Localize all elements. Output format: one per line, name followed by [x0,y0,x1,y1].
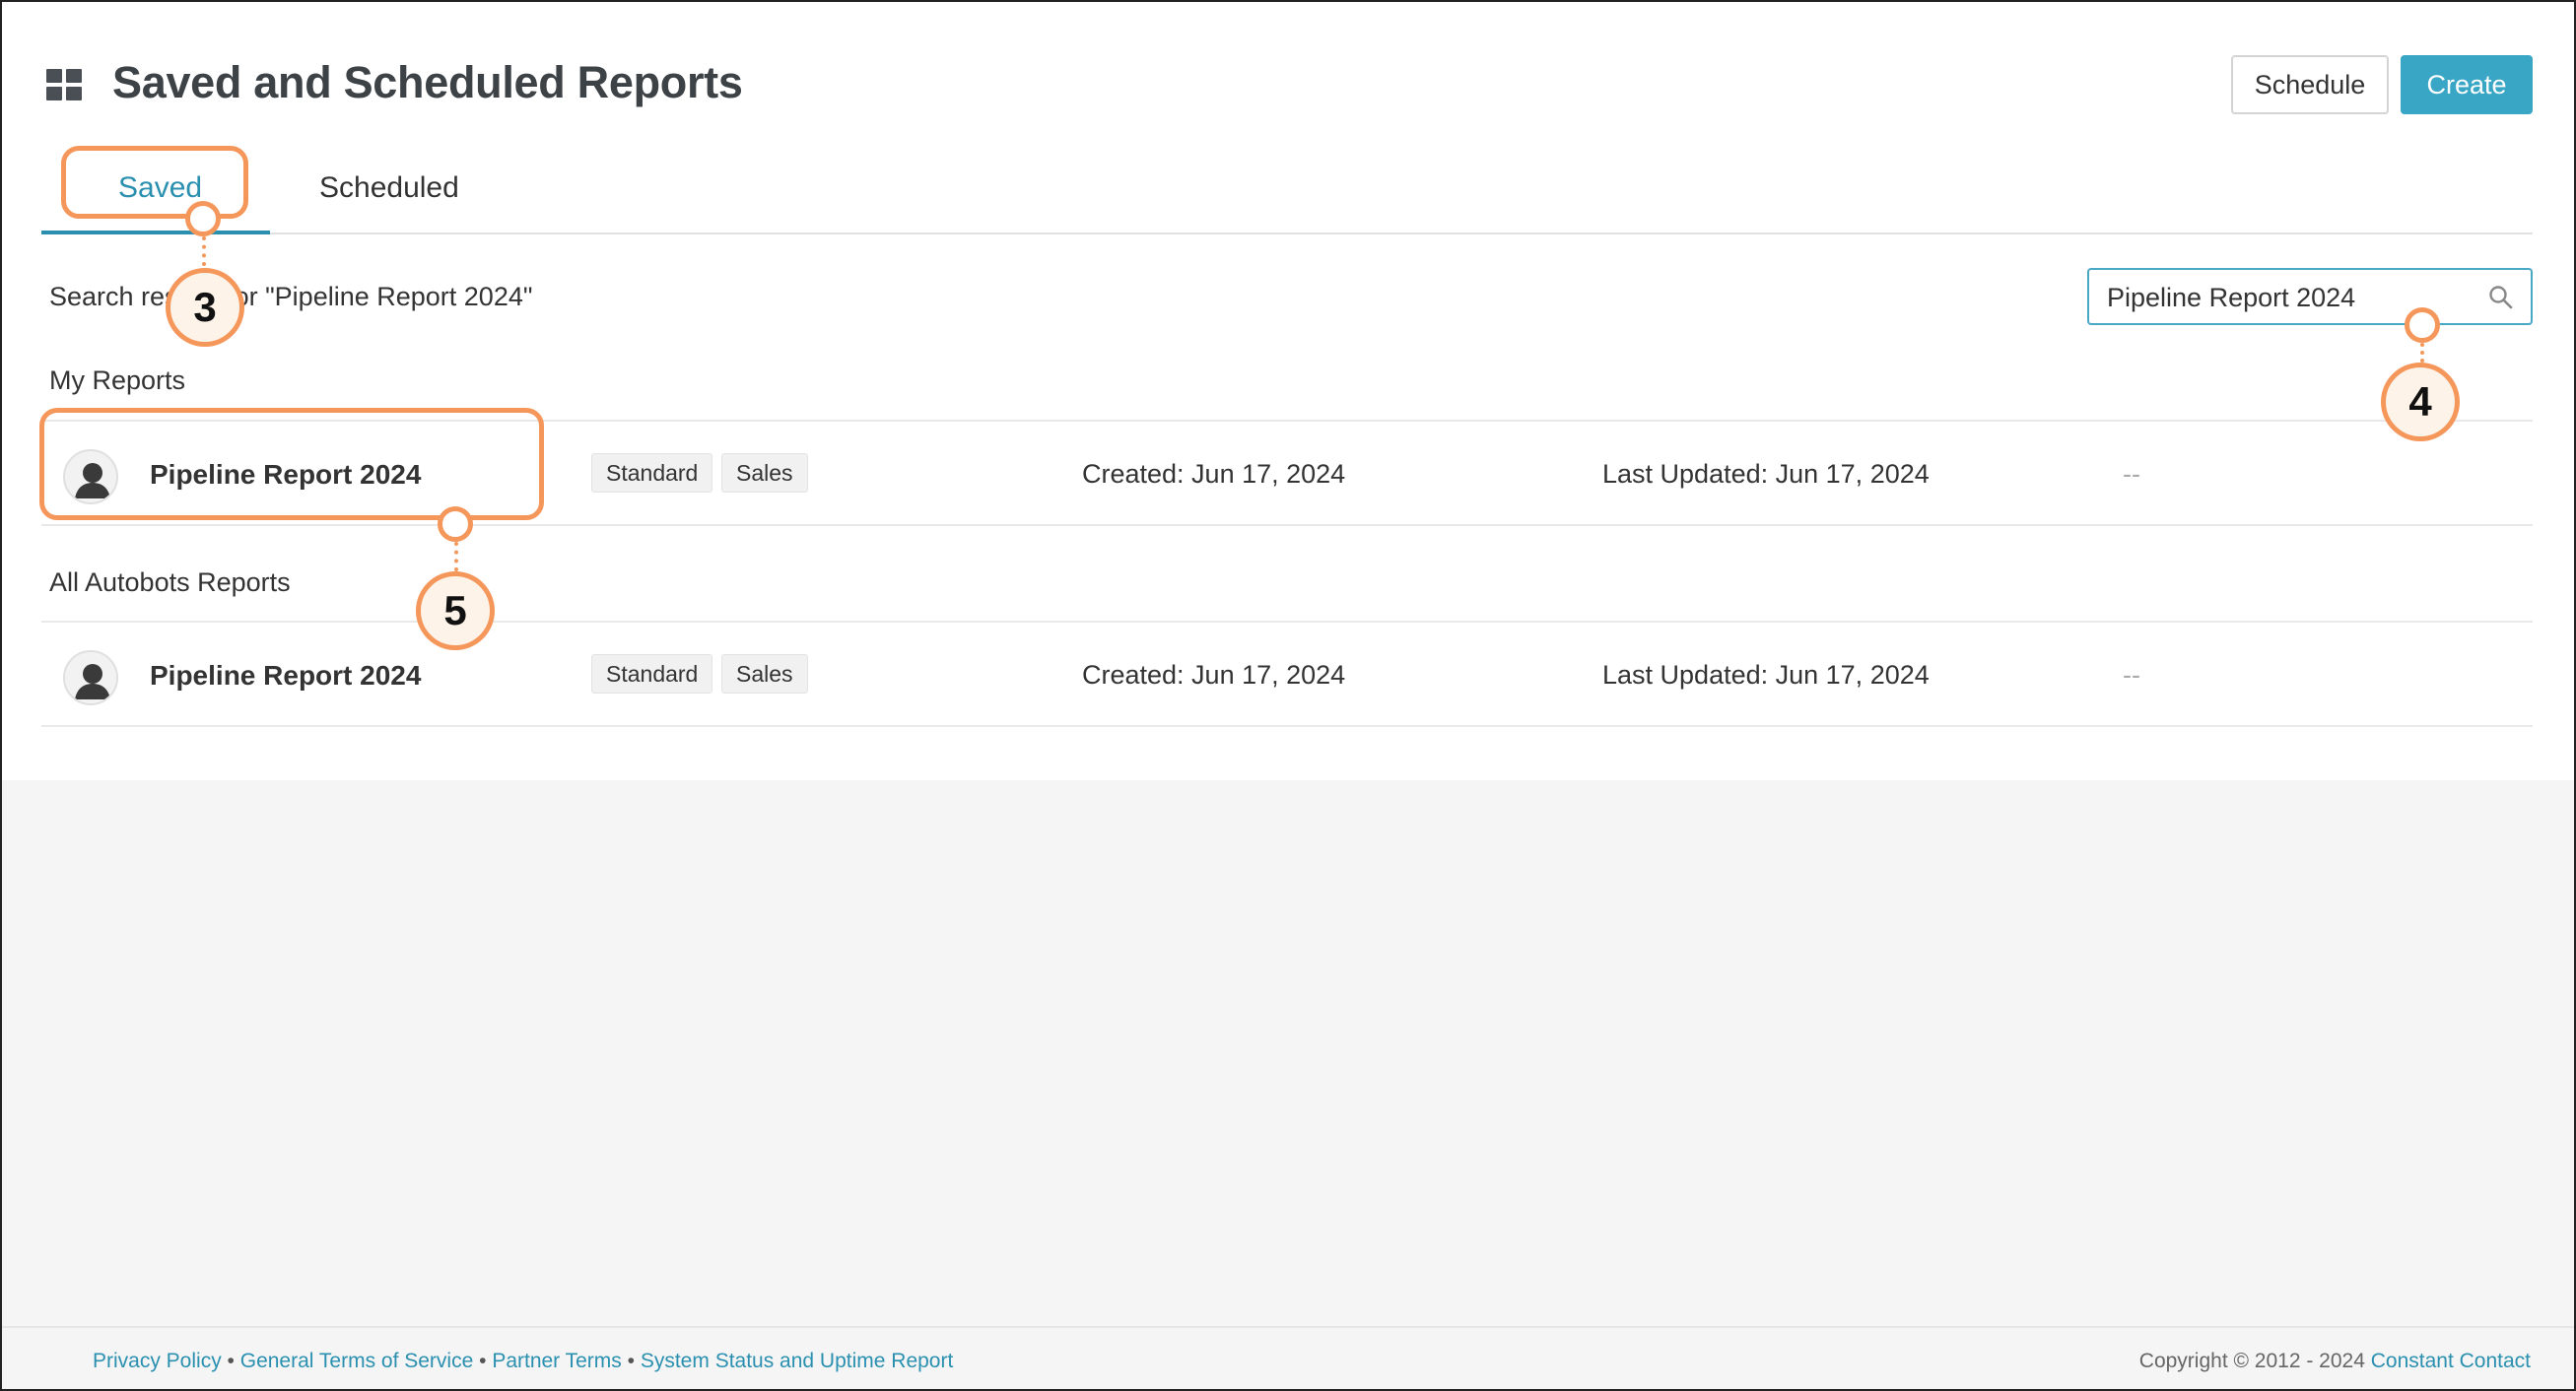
callout-connector [202,236,206,266]
footer-copyright: Copyright © 2012 - 2024 Constant Contact [2139,1350,2531,1373]
reports-grid-icon [46,69,82,100]
schedule-placeholder: -- [2123,660,2140,690]
footer-separator: • [621,1350,641,1372]
row-divider [41,725,2533,727]
callout-pin [2405,307,2440,343]
created-date: Created: Jun 17, 2024 [1082,660,1346,690]
active-tab-indicator [41,231,270,234]
callout-pin [185,201,221,236]
partner-terms-link[interactable]: Partner Terms [492,1350,622,1372]
page-title: Saved and Scheduled Reports [112,57,743,107]
callout-badge-4: 4 [2381,363,2460,441]
callout-highlight-report-row [39,408,544,520]
section-label-my-reports: My Reports [49,365,186,395]
tab-scheduled[interactable]: Scheduled [319,171,459,205]
last-updated-date: Last Updated: Jun 17, 2024 [1602,660,1930,690]
copyright-text: Copyright © 2012 - 2024 [2138,1350,2371,1372]
tag-sales: Sales [721,654,808,694]
tag-standard: Standard [591,654,713,694]
callout-badge-5: 5 [416,571,495,650]
row-divider [41,621,2533,623]
callout-pin [438,506,473,542]
search-results-text: Search results for "Pipeline Report 2024… [49,282,533,311]
privacy-policy-link[interactable]: Privacy Policy [93,1350,222,1372]
callout-connector [2420,343,2424,363]
callout-badge-3: 3 [166,268,244,347]
section-label-all-reports: All Autobots Reports [49,567,291,597]
schedule-placeholder: -- [2123,459,2140,489]
tabs-divider [41,232,2533,234]
constant-contact-link[interactable]: Constant Contact [2371,1350,2531,1372]
user-icon [75,664,110,699]
tag-sales: Sales [721,453,808,493]
callout-connector [454,542,458,571]
last-updated-date: Last Updated: Jun 17, 2024 [1602,459,1930,489]
footer-divider [2,1326,2574,1328]
created-date: Created: Jun 17, 2024 [1082,459,1346,489]
footer-separator: • [221,1350,240,1372]
main-content: Saved and Scheduled Reports Schedule Cre… [2,2,2574,780]
avatar [63,650,118,705]
search-icon[interactable] [2487,284,2515,311]
terms-of-service-link[interactable]: General Terms of Service [240,1350,474,1372]
report-row[interactable]: Pipeline Report 2024 Standard Sales Crea… [41,625,2533,727]
create-button[interactable]: Create [2401,55,2533,114]
footer-separator: • [473,1350,493,1372]
schedule-button[interactable]: Schedule [2231,55,2389,114]
search-box[interactable] [2087,268,2533,325]
callout-highlight-saved-tab [61,146,248,219]
row-divider [41,524,2533,526]
system-status-link[interactable]: System Status and Uptime Report [641,1350,953,1372]
tag-standard: Standard [591,453,713,493]
report-name-link[interactable]: Pipeline Report 2024 [150,660,421,692]
footer-links: Privacy Policy • General Terms of Servic… [93,1350,953,1373]
